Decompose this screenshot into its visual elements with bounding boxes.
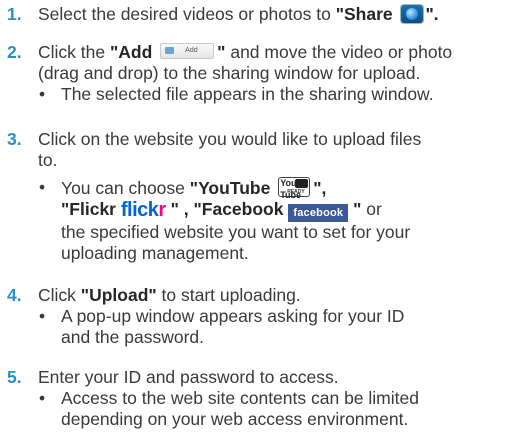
bullet-line-1: Access to the web site contents can be l… [61,388,419,408]
add-thumbnail-icon [165,47,175,54]
step-number: 5. [7,367,22,387]
step-1-text: Select the desired videos or photos to [38,4,336,24]
flickr-label: "Flickr [61,199,116,219]
bullet-line-4: uploading management. [61,243,249,263]
facebook-logo: facebook [288,204,349,222]
step-text: Click "Upload" to start uploading. • A p… [38,285,505,348]
bullet-line-2: and the password. [61,327,205,347]
bullet-pre: You can choose [61,178,190,198]
step-3: 3. Click on the website you would like t… [0,129,505,264]
step-3-line-2: to. [38,150,58,170]
bullet-item: • The selected file appears in the shari… [38,84,505,105]
youtube-ready-text: READY [287,189,305,195]
upload-label: "Upload" [80,285,157,305]
flickr-logo: flickr [121,199,166,221]
step-text: Click the "Add Add " and move the video … [38,42,505,105]
step-text: Enter your ID and password to access. • … [38,367,505,430]
step-text: Select the desired videos or photos to "… [38,4,505,25]
bullet-dot: • [39,84,46,104]
bullet-text: The selected file appears in the sharing… [61,84,434,104]
bullet-item: • Access to the web site contents can be… [38,388,505,430]
bullet-line-1: You can choose "YouTube You Tube READY "… [61,177,505,200]
bullet-line-2: "Flickr flickr " , "Facebook facebook " … [61,199,505,222]
bullet-dot: • [39,388,46,408]
step-3-line-1: Click on the website you would like to u… [38,129,422,149]
flickr-logo-part-b: r [158,199,166,221]
share-globe-icon [400,5,423,23]
step-number: 3. [7,129,22,149]
facebook-label: "Facebook [193,199,284,219]
step-2-line-2: (drag and drop) to the sharing window fo… [38,63,421,83]
bullet-post: or [361,199,382,219]
step-text: Click on the website you would like to u… [38,129,505,264]
flickr-logo-part-a: flick [120,199,159,221]
step-2: 2. Click the "Add Add " and move the vid… [0,42,505,105]
step-4: 4. Click "Upload" to start uploading. • … [0,285,505,348]
bullet-line-2: depending on your web access environment… [61,409,409,429]
step-2-pre: Click the [38,42,110,62]
step-4-line-1: Click "Upload" to start uploading. [38,285,505,306]
step-1: 1. Select the desired videos or photos t… [0,4,505,25]
step-2-line-1: Click the "Add Add " and move the video … [38,42,505,63]
add-button-icon: Add [160,43,215,59]
step-5: 5. Enter your ID and password to access.… [0,367,505,430]
bullet-line-3: the specified website you want to set fo… [61,222,411,242]
youtube-tube-shape [295,179,309,188]
step-number: 4. [7,285,22,305]
bullet-item: • You can choose "YouTube You Tube READY… [38,177,505,264]
bullet-dot: • [39,177,46,197]
add-button-label: Add [185,47,198,54]
bullet-item: • A pop-up window appears asking for you… [38,306,505,348]
step-4-pre: Click [38,285,81,305]
bullet-line-1: A pop-up window appears asking for your … [61,306,405,326]
add-label: "Add [109,42,153,62]
youtube-icon: You Tube READY [278,177,311,200]
share-label: "Share [335,4,393,24]
share-label-end: ". [425,4,439,24]
step-4-post: to start uploading. [156,285,301,305]
youtube-label: "YouTube [189,178,271,198]
step-number: 2. [7,42,22,62]
step-2-post: and move the video or photo [225,42,453,62]
step-number: 1. [7,4,22,24]
bullet-dot: • [39,306,46,326]
youtube-label-end: ", [313,178,327,198]
step-5-line-1: Enter your ID and password to access. [38,367,339,387]
flickr-label-end: " , [170,199,194,219]
